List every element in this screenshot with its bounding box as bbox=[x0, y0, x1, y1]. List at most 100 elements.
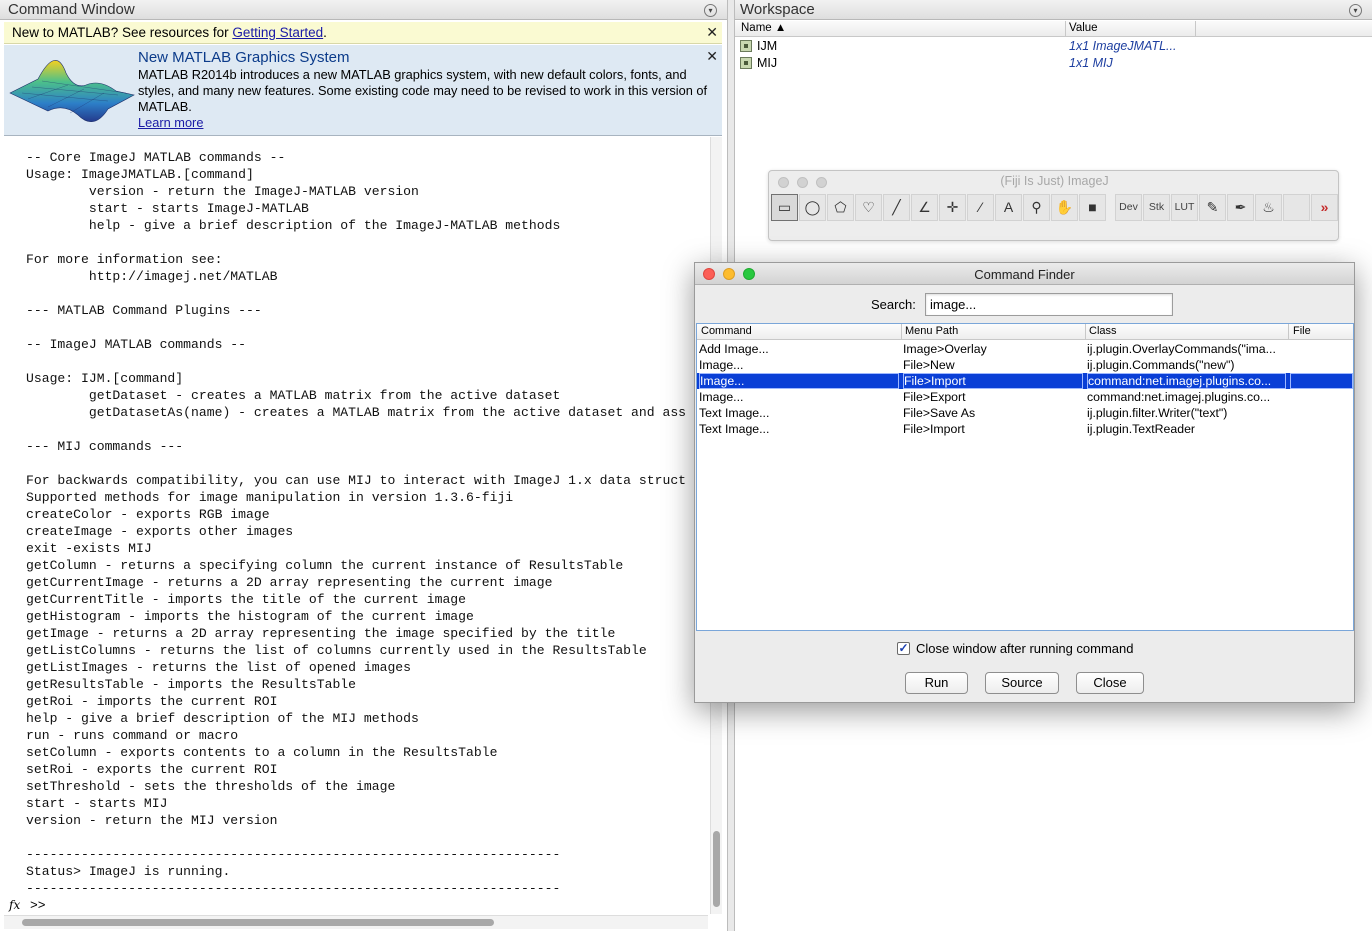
panel-menu-icon[interactable]: ▾ bbox=[1349, 4, 1362, 17]
wand-tool-icon[interactable]: ⁄ bbox=[967, 194, 994, 221]
cell-command: Text Image... bbox=[699, 406, 770, 420]
table-row[interactable]: Image... File>Import command:net.imagej.pl… bbox=[697, 373, 1353, 389]
scroll-thumb[interactable] bbox=[22, 919, 494, 926]
table-row[interactable]: Text Image... File>Save As ij.plugin.filte… bbox=[697, 405, 1353, 421]
rectangle-tool-icon[interactable]: ▭ bbox=[771, 194, 798, 221]
dialog-title: Command Finder bbox=[974, 267, 1075, 282]
console-output[interactable]: -- Core ImageJ MATLAB commands -- Usage:… bbox=[4, 137, 708, 898]
oval-tool-icon[interactable]: ◯ bbox=[799, 194, 826, 221]
console-line: getListImages - returns the list of open… bbox=[26, 660, 412, 675]
cell-menu-path: File>Import bbox=[903, 422, 965, 436]
table-row[interactable]: Text Image... File>Import ij.plugin.TextRe… bbox=[697, 421, 1353, 437]
cell-menu-path: Image>Overlay bbox=[903, 342, 987, 356]
cell-menu-path: File>Save As bbox=[903, 406, 976, 420]
cell-file bbox=[1290, 373, 1353, 389]
cell-command: Image... bbox=[699, 373, 899, 389]
table-row[interactable]: Add Image... Image>Overlay ij.plugin.Overl… bbox=[697, 341, 1353, 357]
search-input[interactable] bbox=[925, 293, 1173, 316]
console-line: -- ImageJ MATLAB commands -- bbox=[26, 337, 247, 352]
variable-value: 1x1 MIJ bbox=[1069, 56, 1113, 70]
cell-class: command:net.imagej.plugins.co... bbox=[1087, 390, 1271, 404]
prompt-symbol: >> bbox=[30, 898, 46, 913]
magnifier-tool-icon[interactable]: ⚲ bbox=[1023, 194, 1050, 221]
cell-command: Text Image... bbox=[699, 422, 770, 436]
close-newbar-icon[interactable]: ✕ bbox=[706, 25, 718, 39]
variable-name: IJM bbox=[757, 39, 778, 53]
console-line: start - starts ImageJ-MATLAB bbox=[26, 201, 309, 216]
command-window-title: Command Window bbox=[8, 1, 135, 18]
source-button[interactable]: Source bbox=[985, 672, 1059, 694]
console-line: exit -exists MIJ bbox=[26, 541, 152, 556]
stk-tool-icon[interactable]: Stk bbox=[1143, 194, 1170, 221]
color-picker-tool-icon[interactable]: ■ bbox=[1079, 194, 1106, 221]
console-line: http://imagej.net/MATLAB bbox=[26, 269, 278, 284]
dialog-titlebar: Command Finder bbox=[695, 263, 1354, 285]
run-button[interactable]: Run bbox=[905, 672, 968, 694]
dev-tool-icon[interactable]: Dev bbox=[1115, 194, 1142, 221]
console-line: Status> ImageJ is running. bbox=[26, 864, 231, 879]
scroll-thumb[interactable] bbox=[713, 831, 720, 907]
fx-icon[interactable]: fx bbox=[9, 898, 20, 912]
graphics-announcement: New MATLAB Graphics System MATLAB R2014b… bbox=[4, 45, 722, 136]
console-line: getRoi - imports the current ROI bbox=[26, 694, 278, 709]
announcement-title: New MATLAB Graphics System bbox=[138, 49, 350, 66]
table-row[interactable]: Image... File>New ij.plugin.Commands("new"… bbox=[697, 357, 1353, 373]
workspace-column-headers: Name ▲ Value bbox=[735, 21, 1372, 37]
cell-command: Add Image... bbox=[699, 342, 769, 356]
command-table: Command Menu Path Class File Add Image..… bbox=[696, 323, 1354, 631]
column-header-menu-path[interactable]: Menu Path bbox=[905, 325, 958, 337]
cell-menu-path: File>Import bbox=[903, 373, 1083, 389]
console-horizontal-scrollbar[interactable] bbox=[4, 915, 708, 929]
console-line: getHistogram - imports the histogram of … bbox=[26, 609, 474, 624]
console-line: help - give a brief description of the M… bbox=[26, 711, 419, 726]
getting-started-link[interactable]: Getting Started bbox=[232, 25, 323, 40]
column-header-file[interactable]: File bbox=[1293, 325, 1311, 337]
workspace-header: Workspace ▾ bbox=[735, 0, 1372, 20]
polygon-tool-icon[interactable]: ⬠ bbox=[827, 194, 854, 221]
column-header-class[interactable]: Class bbox=[1089, 325, 1117, 337]
column-header-name[interactable]: Name ▲ bbox=[741, 22, 786, 34]
line-tool-icon[interactable]: ╱ bbox=[883, 194, 910, 221]
console-line: setRoi - exports the current ROI bbox=[26, 762, 278, 777]
flood-fill-tool-icon[interactable]: ♨ bbox=[1255, 194, 1282, 221]
command-prompt[interactable]: fx >> bbox=[4, 898, 708, 914]
console-line: Supported methods for image manipulation… bbox=[26, 490, 514, 505]
blank-tool-icon[interactable] bbox=[1283, 194, 1310, 221]
cell-command: Image... bbox=[699, 390, 744, 404]
column-header-command[interactable]: Command bbox=[701, 325, 752, 337]
close-button[interactable]: Close bbox=[1076, 672, 1144, 694]
console-line: getColumn - returns a specifying column … bbox=[26, 558, 624, 573]
console-line: --- MATLAB Command Plugins --- bbox=[26, 303, 262, 318]
panel-menu-icon[interactable]: ▾ bbox=[704, 4, 717, 17]
checkbox-label: Close window after running command bbox=[916, 641, 1134, 656]
imagej-window: (Fiji Is Just) ImageJ ▭ ◯ ⬠ ♡ ╱ ∠ ✛ ⁄ A ⚲ ✋ ■ Dev Stk… bbox=[768, 170, 1339, 241]
pencil-tool-icon[interactable]: ✎ bbox=[1199, 194, 1226, 221]
variable-name: MIJ bbox=[757, 56, 778, 70]
console-line: createColor - exports RGB image bbox=[26, 507, 270, 522]
console-line: For backwards compatibility, you can use… bbox=[26, 473, 687, 488]
new-user-bar: New to MATLAB? See resources for Getting… bbox=[4, 22, 722, 44]
learn-more-link[interactable]: Learn more bbox=[138, 115, 203, 130]
more-tools-icon[interactable]: » bbox=[1311, 194, 1338, 221]
brush-tool-icon[interactable]: ✒ bbox=[1227, 194, 1254, 221]
workspace-row[interactable]: MIJ 1x1 MIJ bbox=[735, 55, 1372, 72]
column-header-value[interactable]: Value bbox=[1069, 22, 1098, 34]
console-line: For more information see: bbox=[26, 252, 223, 267]
variable-value: 1x1 ImageJMATL... bbox=[1069, 39, 1177, 53]
point-tool-icon[interactable]: ✛ bbox=[939, 194, 966, 221]
checkbox-icon[interactable]: ✓ bbox=[897, 642, 910, 655]
cell-class: ij.plugin.TextReader bbox=[1087, 422, 1195, 436]
angle-tool-icon[interactable]: ∠ bbox=[911, 194, 938, 221]
console-line: getImage - returns a 2D array representi… bbox=[26, 626, 616, 641]
freehand-tool-icon[interactable]: ♡ bbox=[855, 194, 882, 221]
command-window: Command Window ▾ New to MATLAB? See reso… bbox=[0, 0, 728, 931]
cell-menu-path: File>New bbox=[903, 358, 955, 372]
hand-tool-icon[interactable]: ✋ bbox=[1051, 194, 1078, 221]
cell-menu-path: File>Export bbox=[903, 390, 966, 404]
text-tool-icon[interactable]: A bbox=[995, 194, 1022, 221]
table-row[interactable]: Image... File>Export command:net.imagej.pl… bbox=[697, 389, 1353, 405]
lut-tool-icon[interactable]: LUT bbox=[1171, 194, 1198, 221]
imagej-title: (Fiji Is Just) ImageJ bbox=[1000, 174, 1109, 188]
close-announcement-icon[interactable]: ✕ bbox=[706, 49, 718, 63]
workspace-row[interactable]: IJM 1x1 ImageJMATL... bbox=[735, 38, 1372, 55]
